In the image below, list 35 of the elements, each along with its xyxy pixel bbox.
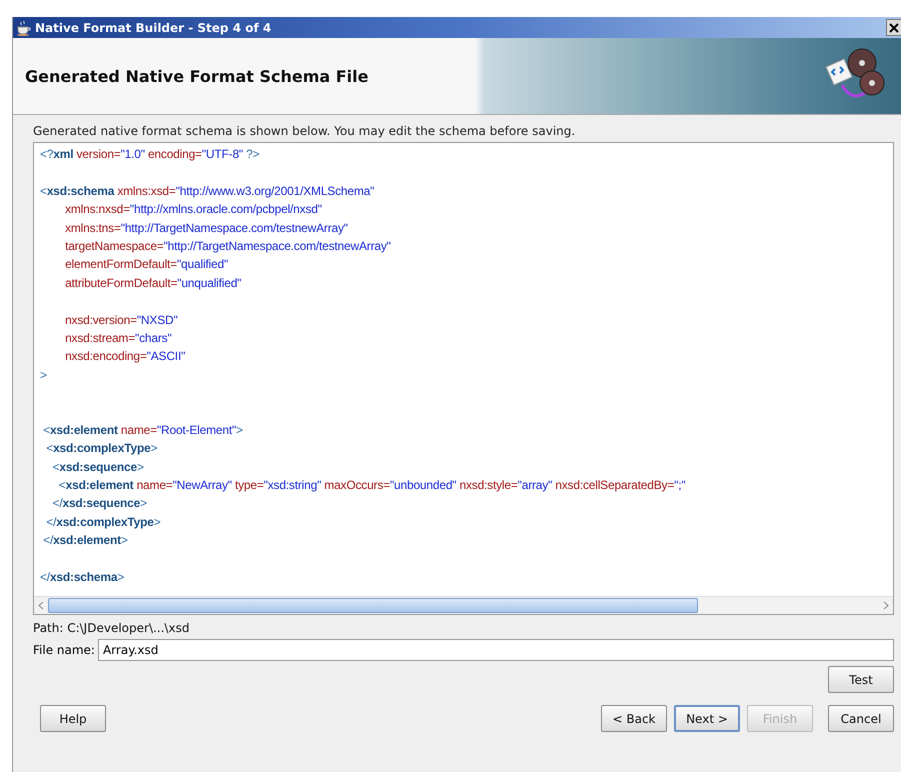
path-text: Path: C:\JDeveloper\...\xsd [33, 620, 190, 637]
back-button[interactable]: < Back [601, 705, 667, 732]
code-line: <xsd:complexType> [45, 440, 158, 458]
code-line: attributeFormDefault="unqualified" [64, 274, 242, 292]
code-line: <?xml version="1.0" encoding="UTF-8" ?> [40, 146, 260, 163]
code-line: <xsd:schema xmlns:xsd="http://www.w3.org/2001/XMLSchema" [40, 182, 374, 200]
code-line: xmlns:tns="http://TargetNamespace.com/testnewArray" [64, 220, 348, 237]
code-line: </xsd:sequence> [52, 495, 147, 512]
file-name-label: File name: [33, 643, 95, 657]
scrollbar-thumb[interactable] [48, 598, 698, 613]
schema-editor[interactable] [33, 142, 894, 615]
instruction-text: Generated native format schema is shown below. You may edit the schema before saving. [33, 124, 576, 140]
code-line: <xsd:element name="Root-Element"> [42, 422, 243, 439]
cancel-button[interactable]: Cancel [828, 705, 894, 732]
window-title: Native Format Builder - Step 4 of 4 [35, 20, 272, 34]
code-line: <xsd:sequence> [52, 458, 144, 476]
code-line: nxsd:stream="chars" [64, 330, 172, 347]
code-line: </xsd:complexType> [45, 514, 161, 531]
help-button[interactable]: Help [40, 705, 106, 732]
coffee-cup-icon [16, 20, 32, 36]
code-line: targetNamespace="http://TargetNamespace.com/testnewArray" [64, 238, 391, 255]
page-title: Generated Native Format Schema File [24, 66, 370, 86]
file-name-field[interactable]: Array.xsd [98, 639, 894, 661]
code-line: </xsd:element> [42, 532, 128, 550]
code-line: > [40, 366, 47, 384]
horizontal-scrollbar[interactable] [34, 596, 893, 614]
next-button[interactable]: Next > [674, 705, 740, 732]
close-button[interactable] [886, 19, 901, 36]
code-line: </xsd:schema> [40, 569, 124, 586]
test-button[interactable]: Test [828, 666, 894, 693]
code-line: elementFormDefault="qualified" [64, 256, 228, 274]
code-line: xmlns:nxsd="http://xmlns.oracle.com/pcbpel/nxsd" [64, 201, 322, 218]
code-line: <xsd:element name="NewArray" type="xsd:string" maxOccurs="unbounded" nxsd:style="array" nxsd:cellSeparatedBy=";" [58, 477, 686, 494]
code-line: nxsd:encoding="ASCII" [64, 348, 186, 366]
code-line: nxsd:version="NXSD" [64, 312, 178, 329]
